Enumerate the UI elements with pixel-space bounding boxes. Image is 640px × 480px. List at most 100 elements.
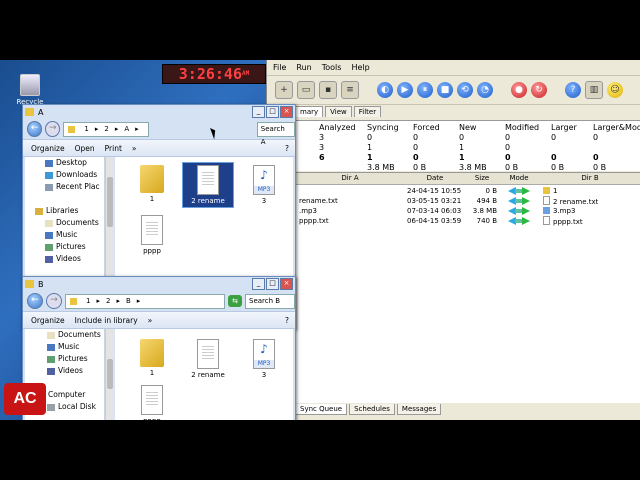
nav-local-disk[interactable]: Local Disk bbox=[47, 401, 104, 413]
schedule-icon[interactable]: ◔ bbox=[477, 82, 493, 98]
restore-icon[interactable]: ⟲ bbox=[457, 82, 473, 98]
sync-direction-icon[interactable] bbox=[508, 197, 530, 205]
nav-music[interactable]: Music bbox=[45, 229, 104, 241]
more-commands-button[interactable]: » bbox=[132, 144, 137, 153]
nav-music[interactable]: Music bbox=[47, 341, 104, 353]
nav-pictures[interactable]: Pictures bbox=[45, 241, 104, 253]
smiley-icon[interactable]: ☺ bbox=[607, 82, 623, 98]
save-icon[interactable]: ▪ bbox=[319, 81, 337, 99]
search-input[interactable]: Search A bbox=[256, 121, 295, 146]
more-commands-button[interactable]: » bbox=[148, 316, 153, 325]
tab-summary[interactable]: mary bbox=[295, 106, 324, 117]
downloads-icon bbox=[45, 171, 53, 179]
tab-view[interactable]: View bbox=[325, 106, 352, 117]
file-item-rename[interactable]: 2 rename bbox=[182, 162, 234, 208]
window-b-titlebar[interactable]: B _ □ × bbox=[23, 277, 295, 291]
menu-help[interactable]: Help bbox=[351, 63, 369, 72]
clock-time: 3:26:46 bbox=[178, 65, 242, 83]
open-button[interactable]: Open bbox=[75, 144, 95, 153]
header-date[interactable]: Date bbox=[405, 173, 466, 185]
sync-icon[interactable]: ▶ bbox=[397, 82, 413, 98]
help-icon[interactable]: ? bbox=[565, 82, 581, 98]
file-compare-grid: Dir A Date Size Mode Dir B 24-04-15 10:5… bbox=[295, 172, 640, 403]
properties-icon[interactable]: ≡ bbox=[341, 81, 359, 99]
tab-filter[interactable]: Filter bbox=[353, 106, 382, 117]
file-item-mp3[interactable]: ♪ MP3 3 bbox=[239, 165, 289, 205]
nav-videos[interactable]: Videos bbox=[45, 253, 104, 265]
tab-schedules[interactable]: Schedules bbox=[349, 404, 395, 415]
stop-icon[interactable]: ■ bbox=[437, 82, 453, 98]
forward-button[interactable]: → bbox=[45, 121, 61, 137]
alert-icon[interactable]: ● bbox=[511, 82, 527, 98]
sync-direction-icon[interactable] bbox=[508, 217, 530, 225]
address-bar[interactable]: 1 ▸ 2 ▸ B ▸ bbox=[65, 293, 225, 309]
folder-icon bbox=[68, 125, 76, 133]
minimize-button[interactable]: _ bbox=[252, 278, 265, 290]
nav-videos[interactable]: Videos bbox=[47, 365, 104, 377]
folder-icon bbox=[543, 187, 550, 194]
file-item-folder[interactable]: 1 bbox=[127, 339, 177, 377]
pictures-icon bbox=[47, 355, 55, 363]
file-item-pppp[interactable]: pppp bbox=[127, 215, 177, 255]
clock-overlay: 3:26:46AM bbox=[162, 64, 266, 84]
sync-direction-icon[interactable] bbox=[508, 187, 530, 195]
menu-file[interactable]: File bbox=[273, 63, 286, 72]
help-icon[interactable]: ? bbox=[285, 316, 289, 325]
nav-libraries[interactable]: Libraries bbox=[35, 205, 104, 217]
tab-messages[interactable]: Messages bbox=[396, 404, 442, 415]
library-icon[interactable]: ▥ bbox=[585, 81, 603, 99]
libraries-icon bbox=[35, 207, 43, 215]
summary-col-forced: Forced 0 0 0 0 B bbox=[413, 123, 440, 172]
summary-col-larger-modified: Larger&Modif000 B bbox=[593, 123, 640, 172]
refresh-icon[interactable]: ⇆ bbox=[228, 295, 242, 307]
nav-recent-places[interactable]: Recent Plac bbox=[45, 181, 104, 193]
forward-button[interactable]: → bbox=[46, 293, 62, 309]
organize-button[interactable]: Organize bbox=[31, 316, 65, 325]
nav-desktop[interactable]: Desktop bbox=[45, 157, 104, 169]
header-mode[interactable]: Mode bbox=[499, 173, 540, 185]
maximize-button[interactable]: □ bbox=[266, 278, 279, 290]
music-file-icon: ♪ MP3 bbox=[253, 339, 275, 369]
nav-documents[interactable]: Documents bbox=[47, 329, 104, 341]
close-button[interactable]: × bbox=[280, 278, 293, 290]
nav-downloads[interactable]: Downloads bbox=[45, 169, 104, 181]
print-button[interactable]: Print bbox=[105, 144, 122, 153]
documents-icon bbox=[47, 331, 55, 339]
refresh-icon[interactable]: ↻ bbox=[531, 82, 547, 98]
document-icon bbox=[141, 385, 163, 415]
header-dir-a[interactable]: Dir A bbox=[295, 173, 406, 185]
help-icon[interactable]: ? bbox=[285, 144, 289, 153]
nav-scrollbar[interactable] bbox=[105, 329, 114, 420]
window-a-titlebar[interactable]: A _ □ × bbox=[23, 105, 295, 119]
file-item-rename[interactable]: 2 rename bbox=[183, 339, 233, 379]
analyze-icon[interactable]: ◐ bbox=[377, 82, 393, 98]
file-item-folder[interactable]: 1 bbox=[127, 165, 177, 203]
window-b-title: B bbox=[38, 279, 44, 289]
menu-run[interactable]: Run bbox=[296, 63, 311, 72]
close-button[interactable]: × bbox=[280, 106, 293, 118]
maximize-button[interactable]: □ bbox=[266, 106, 279, 118]
file-view: 1 2 rename ♪MP3 3 pppp bbox=[115, 329, 293, 420]
menu-tools[interactable]: Tools bbox=[322, 63, 342, 72]
address-bar[interactable]: 1 ▸ 2 ▸ A ▸ bbox=[63, 121, 149, 137]
file-item-pppp[interactable]: pppp bbox=[127, 385, 177, 420]
new-profile-icon[interactable]: + bbox=[275, 81, 293, 99]
music-file-icon: ♪ MP3 bbox=[253, 165, 275, 195]
back-button[interactable]: ← bbox=[27, 121, 43, 137]
open-icon[interactable]: ▭ bbox=[297, 81, 315, 99]
header-dir-b[interactable]: Dir B bbox=[539, 173, 640, 185]
sync-direction-icon[interactable] bbox=[508, 207, 530, 215]
videos-icon bbox=[45, 255, 53, 263]
minimize-button[interactable]: _ bbox=[252, 106, 265, 118]
organize-button[interactable]: Organize bbox=[31, 144, 65, 153]
nav-documents[interactable]: Documents bbox=[45, 217, 104, 229]
back-button[interactable]: ← bbox=[27, 293, 43, 309]
include-in-library-button[interactable]: Include in library bbox=[75, 316, 138, 325]
file-item-mp3[interactable]: ♪ MP3 3 bbox=[239, 339, 289, 379]
nav-pictures[interactable]: Pictures bbox=[47, 353, 104, 365]
pause-icon[interactable]: ⏸ bbox=[417, 82, 433, 98]
header-size[interactable]: Size bbox=[465, 173, 500, 185]
tab-sync-queue[interactable]: Sync Queue bbox=[295, 404, 348, 415]
nav-computer[interactable]: Computer bbox=[37, 389, 104, 401]
search-input[interactable]: Search B bbox=[245, 293, 295, 309]
